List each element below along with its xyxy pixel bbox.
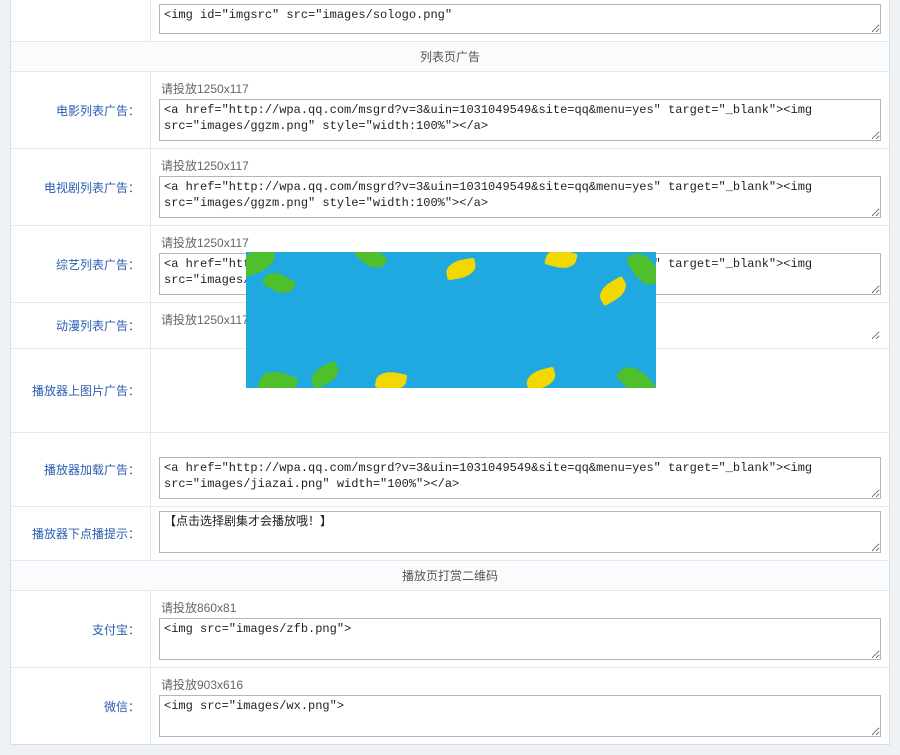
section-list-page-ads: 列表页广告: [11, 42, 889, 72]
textarea-movie-list[interactable]: [159, 99, 881, 141]
row-label-top: [11, 0, 151, 41]
label-player-vod-tip: 播放器下点播提示：: [11, 507, 151, 560]
label-player-top-img: 播放器上图片广告：: [11, 349, 151, 432]
label-tv-list: 电视剧列表广告：: [11, 149, 151, 225]
hint-variety-list: 请投放1250x117: [159, 230, 881, 253]
label-anime-list: 动漫列表广告：: [11, 303, 151, 348]
textarea-alipay[interactable]: [159, 618, 881, 660]
top-textarea[interactable]: [159, 4, 881, 34]
textarea-wechat[interactable]: [159, 695, 881, 737]
hint-tv-list: 请投放1250x117: [159, 153, 881, 176]
hint-alipay: 请投放860x81: [159, 595, 881, 618]
textarea-anime-list[interactable]: [159, 331, 881, 341]
label-wechat: 微信：: [11, 668, 151, 744]
label-movie-list: 电影列表广告：: [11, 72, 151, 148]
label-alipay: 支付宝：: [11, 591, 151, 667]
hint-wechat: 请投放903x616: [159, 672, 881, 695]
hint-anime-list: 请投放1250x117: [159, 307, 881, 330]
textarea-player-loading[interactable]: [159, 457, 881, 499]
textarea-tv-list[interactable]: [159, 176, 881, 218]
section-player-qr: 播放页打赏二维码: [11, 561, 889, 591]
textarea-player-vod-tip[interactable]: [159, 511, 881, 553]
hint-movie-list: 请投放1250x117: [159, 76, 881, 99]
textarea-variety-list[interactable]: [159, 253, 881, 295]
label-variety-list: 综艺列表广告：: [11, 226, 151, 302]
label-player-loading: 播放器加载广告：: [11, 433, 151, 506]
